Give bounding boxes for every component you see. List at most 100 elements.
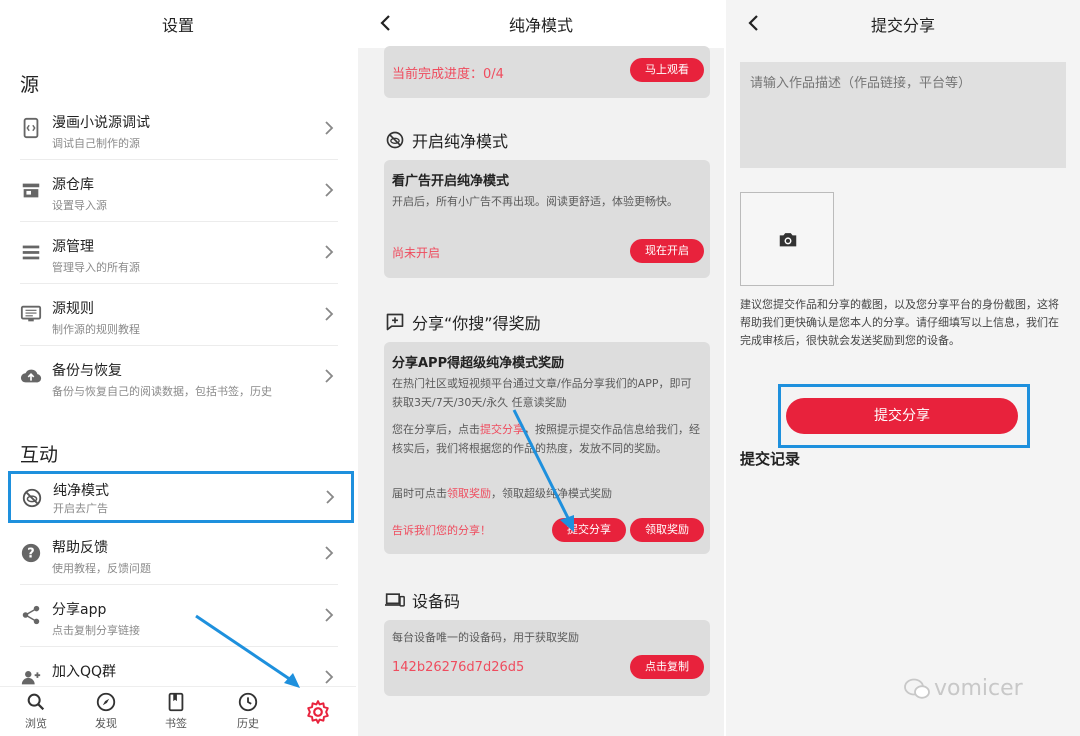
store-icon xyxy=(22,183,40,198)
item-label: 漫画小说源调试 xyxy=(52,115,150,131)
watch-now-button[interactable]: 马上观看 xyxy=(630,58,704,82)
instructions-text: 建议您提交作品和分享的截图，以及您分享平台的身份截图，这将帮助我们更快确认是您本… xyxy=(740,298,1059,347)
card-body-3: 届时可点击领取奖励，领取超级纯净模式奖励 xyxy=(392,484,702,503)
nav-browse[interactable]: 浏览 xyxy=(8,691,64,731)
bottom-nav: 浏览 发现 书签 历史 xyxy=(0,686,356,736)
item-sub: 开启去广告 xyxy=(53,502,108,515)
card-body-2: 您在分享后，点击提交分享，按照提示提交作品信息给我们，经核实后，我们将根据您的作… xyxy=(392,420,702,458)
settings-item-help[interactable]: ? 帮助反馈 使用教程，反馈问题 xyxy=(10,523,350,585)
settings-item-source-repo[interactable]: 源仓库 设置导入源 xyxy=(10,160,350,222)
nav-history[interactable]: 历史 xyxy=(220,691,276,731)
section-heading: 开启纯净模式 xyxy=(412,132,509,151)
camera-icon xyxy=(779,233,797,247)
section-open-pure: 开启纯净模式 xyxy=(384,128,508,152)
section-heading: 分享“你搜”得奖励 xyxy=(412,314,541,333)
text: 届时可点击 xyxy=(392,487,447,500)
compass-icon xyxy=(96,692,116,712)
share-reward-card: 分享APP得超级纯净模式奖励 在热门社区或短视频平台通过文章/作品分享我们的AP… xyxy=(384,342,710,554)
section-interact-heading: 互动 xyxy=(20,444,59,466)
nav-label: 发现 xyxy=(95,717,117,730)
cloud-upload-icon xyxy=(20,369,42,383)
item-label: 备份与恢复 xyxy=(52,363,122,379)
chevron-right-icon xyxy=(325,670,334,684)
item-sub: 备份与恢复自己的阅读数据，包括书签，历史 xyxy=(52,385,272,398)
submit-share-button[interactable]: 提交分享 xyxy=(786,398,1018,434)
claim-reward-button[interactable]: 领取奖励 xyxy=(630,518,704,542)
pure-mode-screen: 纯净模式 当前完成进度：0/4 马上观看 开启纯净模式 看广告开启纯净模式 开启… xyxy=(358,0,724,736)
eye-off-icon xyxy=(386,131,404,149)
svg-text:?: ? xyxy=(27,547,34,562)
settings-item-source-manage[interactable]: 源管理 管理导入的所有源 xyxy=(10,222,350,284)
item-label: 源规则 xyxy=(52,301,94,317)
back-arrow-icon[interactable] xyxy=(744,13,764,33)
share-icon xyxy=(22,605,40,625)
group-add-icon xyxy=(21,671,41,685)
chat-add-icon xyxy=(386,313,404,331)
page-title: 纯净模式 xyxy=(358,0,724,48)
item-sub: 设置导入源 xyxy=(52,199,107,212)
search-icon xyxy=(27,693,45,711)
settings-item-pure-mode[interactable]: 纯净模式 开启去广告 xyxy=(8,471,354,523)
item-label: 纯净模式 xyxy=(53,483,109,499)
records-heading: 提交记录 xyxy=(740,450,801,468)
nav-bookmarks[interactable]: 书签 xyxy=(148,691,204,731)
card-title: 看广告开启纯净模式 xyxy=(392,174,510,189)
back-arrow-icon[interactable] xyxy=(376,13,396,33)
book-icon xyxy=(168,692,184,712)
watermark: vomicer xyxy=(902,676,1023,701)
submit-share-link[interactable]: 提交分享 xyxy=(480,423,524,436)
chevron-right-icon xyxy=(325,608,334,622)
progress-text: 当前完成进度：0/4 xyxy=(392,67,504,82)
help-circle-icon: ? xyxy=(21,543,41,563)
settings-item-source-rules[interactable]: 源规则 制作源的规则教程 xyxy=(10,284,350,346)
text: ，领取超级纯净模式奖励 xyxy=(491,487,612,500)
section-device-code: 设备码 xyxy=(384,588,460,612)
enable-now-button[interactable]: 现在开启 xyxy=(630,239,704,263)
page-title: 设置 xyxy=(161,16,194,35)
add-photo-button[interactable] xyxy=(740,192,834,286)
item-label: 源管理 xyxy=(52,239,94,255)
device-desc: 每台设备唯一的设备码，用于获取奖励 xyxy=(392,631,579,644)
list-icon xyxy=(22,245,40,260)
section-source-heading: 源 xyxy=(20,74,40,96)
submit-share-button[interactable]: 提交分享 xyxy=(552,518,626,542)
nav-discover[interactable]: 发现 xyxy=(78,691,134,731)
submit-share-screen: 提交分享 建议您提交作品和分享的截图，以及您分享平台的身份截图，这将帮助我们更快… xyxy=(726,0,1080,736)
item-sub: 调试自己制作的源 xyxy=(52,137,140,150)
gear-icon xyxy=(307,700,329,724)
card-body: 开启后，所有小广告不再出现。阅读更舒适，体验更畅快。 xyxy=(392,195,678,208)
item-label: 帮助反馈 xyxy=(52,540,108,556)
wechat-logo-icon xyxy=(904,678,930,699)
ad-pure-card: 看广告开启纯净模式 开启后，所有小广告不再出现。阅读更舒适，体验更畅快。 尚未开… xyxy=(384,160,710,278)
copy-button[interactable]: 点击复制 xyxy=(630,655,704,679)
tell-us-text: 告诉我们您的分享！ xyxy=(392,524,491,537)
nav-settings[interactable] xyxy=(290,699,346,725)
text: 您在分享后，点击 xyxy=(392,423,480,436)
chevron-right-icon xyxy=(325,546,334,560)
card-title: 分享APP得超级纯净模式奖励 xyxy=(392,356,565,371)
settings-item-share-app[interactable]: 分享app 点击复制分享链接 xyxy=(10,585,350,647)
card-body-1: 在热门社区或短视频平台通过文章/作品分享我们的APP，即可获取3天/7天/30天… xyxy=(392,377,692,409)
clock-icon xyxy=(238,692,258,712)
code-file-icon xyxy=(23,117,39,139)
item-sub: 点击复制分享链接 xyxy=(52,624,140,637)
description-input[interactable] xyxy=(740,62,1066,168)
nav-label: 历史 xyxy=(237,717,259,730)
item-label: 加入QQ群 xyxy=(52,664,117,680)
item-sub: 管理导入的所有源 xyxy=(52,261,140,274)
nav-label: 书签 xyxy=(165,717,187,730)
settings-item-source-debug[interactable]: 漫画小说源调试 调试自己制作的源 xyxy=(10,98,350,160)
settings-item-backup[interactable]: 备份与恢复 备份与恢复自己的阅读数据，包括书签，历史 xyxy=(10,346,350,408)
eye-off-icon xyxy=(22,488,42,508)
section-share-reward: 分享“你搜”得奖励 xyxy=(384,310,541,334)
chevron-right-icon xyxy=(325,183,334,197)
item-sub: 使用教程，反馈问题 xyxy=(52,562,151,575)
chevron-right-icon xyxy=(325,245,334,259)
device-code-card: 每台设备唯一的设备码，用于获取奖励 142b26276d7d26d5 点击复制 xyxy=(384,620,710,696)
chevron-right-icon xyxy=(325,369,334,383)
screenshot-collage: 设置 源 漫画小说源调试 调试自己制作的源 源仓库 设置导入源 源管理 管理导入… xyxy=(0,0,1080,736)
chevron-right-icon xyxy=(325,307,334,321)
claim-reward-link[interactable]: 领取奖励 xyxy=(447,487,491,500)
devices-icon xyxy=(385,593,405,607)
watermark-text: vomicer xyxy=(934,676,1023,701)
